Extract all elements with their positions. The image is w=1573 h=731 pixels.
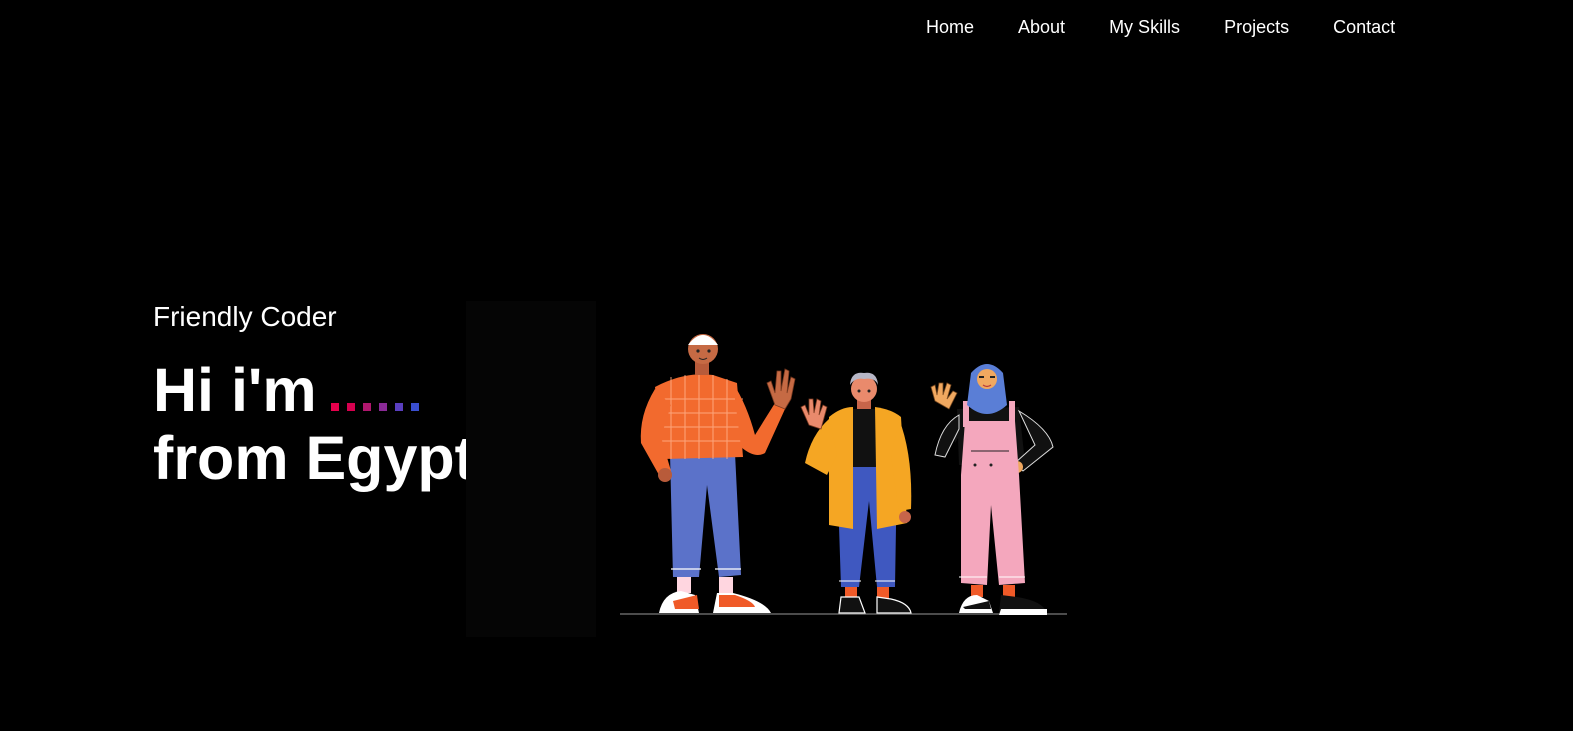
typing-dot xyxy=(346,403,355,411)
nav-item-skills: My Skills xyxy=(1109,17,1224,38)
nav-menu: Home About My Skills Projects Contact xyxy=(926,17,1395,38)
image-backdrop xyxy=(466,301,596,637)
headline-line-1: Hi i'm xyxy=(153,356,317,424)
nav-link-about[interactable]: About xyxy=(1018,17,1065,37)
waving-people-illustration xyxy=(620,334,1067,615)
nav-link-home[interactable]: Home xyxy=(926,17,974,37)
hero-intro: Friendly Coder Hi i'm from Egypt xyxy=(153,300,475,492)
typing-dots-indicator xyxy=(330,356,427,424)
top-navbar: Home About My Skills Projects Contact xyxy=(0,0,1573,54)
typing-dot xyxy=(378,403,387,411)
nav-item-home: Home xyxy=(926,17,1018,38)
person-yellow-cardigan xyxy=(800,372,912,614)
hero-subtitle: Friendly Coder xyxy=(153,301,337,332)
nav-link-contact[interactable]: Contact xyxy=(1333,17,1395,37)
typing-dot xyxy=(362,403,371,411)
person-pink-overalls xyxy=(930,364,1054,615)
typing-dot xyxy=(330,403,339,411)
nav-link-projects[interactable]: Projects xyxy=(1224,17,1289,37)
nav-link-skills[interactable]: My Skills xyxy=(1109,17,1180,37)
person-plaid-shirt xyxy=(640,334,796,613)
nav-item-about: About xyxy=(1018,17,1109,38)
hero-headline: Hi i'm from Egypt xyxy=(153,356,475,492)
nav-item-projects: Projects xyxy=(1224,17,1333,38)
headline-line-2: from Egypt xyxy=(153,424,475,492)
nav-item-contact: Contact xyxy=(1333,17,1395,38)
typing-dot xyxy=(394,403,403,411)
typing-dot xyxy=(410,403,419,411)
